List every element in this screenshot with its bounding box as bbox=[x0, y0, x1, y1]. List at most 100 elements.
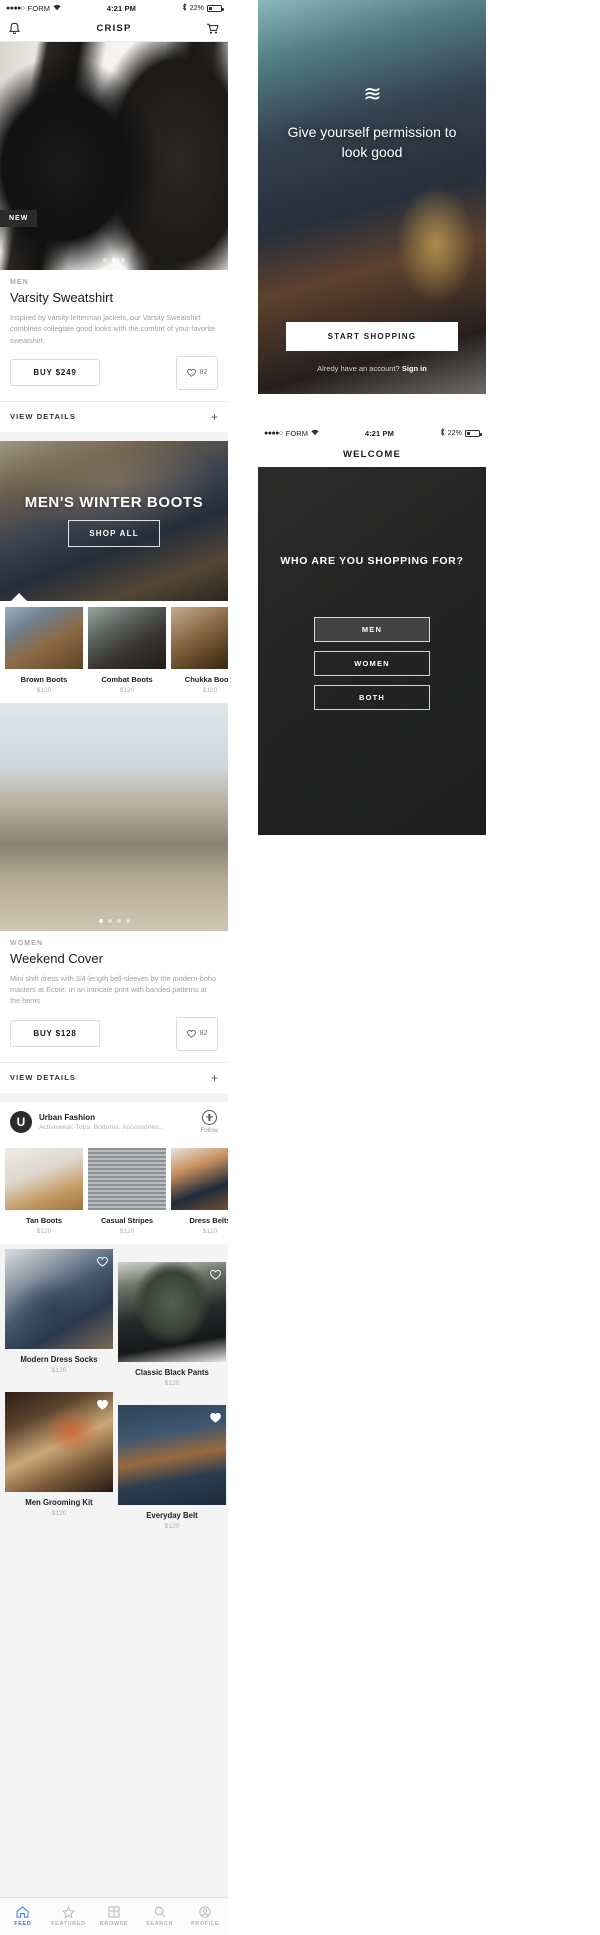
product-hero-image[interactable]: NEW bbox=[0, 42, 228, 270]
heart-icon[interactable] bbox=[210, 1410, 221, 1428]
carousel-dot[interactable] bbox=[125, 918, 130, 923]
carousel-indicator[interactable] bbox=[0, 258, 228, 262]
heart-icon[interactable] bbox=[97, 1254, 108, 1272]
view-details-label: VIEW DETAILS bbox=[10, 412, 76, 422]
product-price: $120 bbox=[36, 1227, 52, 1235]
product-name: Brown Boots bbox=[20, 674, 68, 684]
start-shopping-button[interactable]: START SHOPPING bbox=[286, 322, 458, 351]
follow-button[interactable]: Follow bbox=[200, 1109, 218, 1134]
welcome-screen: ●●●●○ FORM 4:21 PM 22% WELCOME WHO ARE Y… bbox=[258, 425, 486, 835]
promo-content: MEN'S WINTER BOOTS SHOP ALL bbox=[0, 441, 228, 601]
view-details-row[interactable]: VIEW DETAILS + bbox=[0, 1061, 228, 1093]
signin-link[interactable]: Sign in bbox=[402, 364, 427, 373]
intro-headline: Give yourself permission to look good bbox=[287, 124, 457, 161]
signal-strength-icon: ●●●●○ bbox=[264, 429, 283, 437]
carousel-dot-active[interactable] bbox=[112, 258, 116, 262]
page-title: WELCOME bbox=[342, 448, 401, 460]
like-button[interactable]: 82 bbox=[176, 1016, 218, 1051]
carousel-dot[interactable] bbox=[121, 258, 125, 262]
product-price: $120 bbox=[51, 1366, 67, 1374]
signin-row[interactable]: Alredy have an account? Sign in bbox=[258, 364, 486, 373]
tab-browse[interactable]: BROWSE bbox=[91, 1898, 137, 1935]
heart-icon[interactable] bbox=[210, 1267, 221, 1285]
tab-search[interactable]: SEARCH bbox=[137, 1898, 183, 1935]
varsity-sweatshirt-photo bbox=[0, 42, 228, 270]
product-actions: BUY $128 82 bbox=[0, 1007, 228, 1062]
tab-feed[interactable]: FEED bbox=[0, 1898, 46, 1935]
like-button[interactable]: 82 bbox=[176, 355, 218, 390]
heart-icon[interactable] bbox=[97, 1397, 108, 1415]
grid-item[interactable]: Modern Dress Socks $120 bbox=[5, 1248, 113, 1374]
status-bar: ●●●●○ FORM 4:21 PM 22% bbox=[258, 425, 486, 441]
product-price: $120 bbox=[164, 1522, 180, 1530]
tan-boots-photo bbox=[5, 1147, 83, 1210]
tab-label: PROFILE bbox=[191, 1921, 220, 1927]
tab-label: BROWSE bbox=[99, 1921, 129, 1927]
carrier-label: FORM bbox=[285, 428, 309, 438]
cart-icon[interactable] bbox=[206, 22, 220, 36]
chukka-boots-photo bbox=[171, 606, 228, 669]
product-description: Mini shift dress with 3/4-length bell-sl… bbox=[10, 973, 217, 1006]
list-item[interactable]: Chukka Boots $120 bbox=[171, 606, 228, 694]
status-bar: ●●●●○ FORM 4:21 PM 22% bbox=[0, 0, 228, 16]
product-name: Combat Boots bbox=[101, 674, 153, 684]
grid-item[interactable]: Everyday Belt $120 bbox=[118, 1404, 226, 1530]
intro-screen: ≋ Give yourself permission to look good … bbox=[258, 0, 486, 394]
tab-label: SEARCH bbox=[146, 1921, 173, 1927]
signal-strength-icon: ●●●●○ bbox=[6, 4, 25, 12]
option-women[interactable]: WOMEN bbox=[314, 651, 430, 676]
brand-categories: Activewear, Tops, Bottoms, Accessories..… bbox=[39, 1123, 165, 1131]
product-description: Inspired by varsity letterman jackets, o… bbox=[10, 313, 216, 345]
brand-row-urban-fashion[interactable]: U Urban Fashion Activewear, Tops, Bottom… bbox=[0, 1101, 228, 1142]
combat-boots-photo bbox=[88, 606, 166, 669]
buy-button[interactable]: BUY $249 bbox=[10, 359, 100, 387]
follow-label: Follow bbox=[200, 1127, 218, 1134]
wifi-icon bbox=[311, 429, 319, 438]
bell-icon[interactable] bbox=[8, 22, 22, 36]
grid-item[interactable]: Men Grooming Kit $120 bbox=[5, 1391, 113, 1517]
carousel-indicator[interactable] bbox=[0, 918, 228, 923]
app-title: CRISP bbox=[96, 23, 132, 34]
carousel-dot[interactable] bbox=[103, 258, 107, 262]
bluetooth-icon bbox=[440, 427, 445, 438]
list-item[interactable]: Casual Stripes $120 bbox=[88, 1147, 166, 1235]
product-price: $120 bbox=[164, 1379, 180, 1387]
promo-banner-winter-boots[interactable]: MEN'S WINTER BOOTS SHOP ALL bbox=[0, 440, 228, 601]
shop-all-button[interactable]: SHOP ALL bbox=[68, 520, 160, 548]
list-item[interactable]: Tan Boots $120 bbox=[5, 1147, 83, 1235]
signin-prefix: Alredy have an account? bbox=[317, 364, 400, 373]
like-count: 82 bbox=[199, 369, 208, 377]
grid-item[interactable]: Classic Black Pants $120 bbox=[118, 1261, 226, 1387]
bluetooth-icon bbox=[182, 2, 187, 13]
shopping-for-options: MEN WOMEN BOTH bbox=[314, 617, 430, 710]
list-item[interactable]: Brown Boots $120 bbox=[5, 606, 83, 694]
option-both[interactable]: BOTH bbox=[314, 685, 430, 710]
grid-row: Modern Dress Socks $120 Classic Black Pa… bbox=[0, 1244, 228, 1387]
list-item[interactable]: Combat Boots $120 bbox=[88, 606, 166, 694]
product-card-varsity[interactable]: NEW MEN Varsity Sweatshirt Inspired by v… bbox=[0, 42, 228, 432]
list-item[interactable]: Dress Belts $120 bbox=[171, 1147, 228, 1235]
feed-screen: ●●●●○ FORM 4:21 PM 22% CRISP NEW MEN Var… bbox=[0, 0, 228, 1935]
product-name: Tan Boots bbox=[25, 1215, 63, 1225]
tab-label: FEED bbox=[14, 1921, 32, 1927]
carousel-dot[interactable] bbox=[116, 918, 121, 923]
product-actions: BUY $249 82 bbox=[0, 346, 228, 401]
tab-featured[interactable]: FEATURED bbox=[46, 1898, 92, 1935]
battery-percent: 22% bbox=[189, 4, 204, 12]
tab-profile[interactable]: PROFILE bbox=[182, 1898, 228, 1935]
product-card-weekend-cover[interactable]: WOMEN Weekend Cover Mini shift dress wit… bbox=[0, 702, 228, 1093]
waves-icon: ≋ bbox=[363, 81, 381, 106]
view-details-row[interactable]: VIEW DETAILS + bbox=[0, 400, 228, 432]
brand-text: Urban Fashion Activewear, Tops, Bottoms,… bbox=[39, 1113, 194, 1131]
carousel-dot-active[interactable] bbox=[98, 918, 103, 923]
carousel-dot[interactable] bbox=[107, 918, 112, 923]
grid-row: Men Grooming Kit $120 Everyday Belt $120 bbox=[0, 1387, 228, 1530]
plus-icon[interactable]: + bbox=[211, 411, 218, 423]
weekend-cover-photo bbox=[0, 702, 228, 931]
battery-icon bbox=[465, 429, 482, 437]
product-hero-image[interactable] bbox=[0, 702, 228, 931]
welcome-question: WHO ARE YOU SHOPPING FOR? bbox=[280, 555, 464, 567]
plus-icon[interactable]: + bbox=[211, 1072, 218, 1084]
buy-button[interactable]: BUY $128 bbox=[10, 1020, 100, 1048]
option-men[interactable]: MEN bbox=[314, 617, 430, 642]
